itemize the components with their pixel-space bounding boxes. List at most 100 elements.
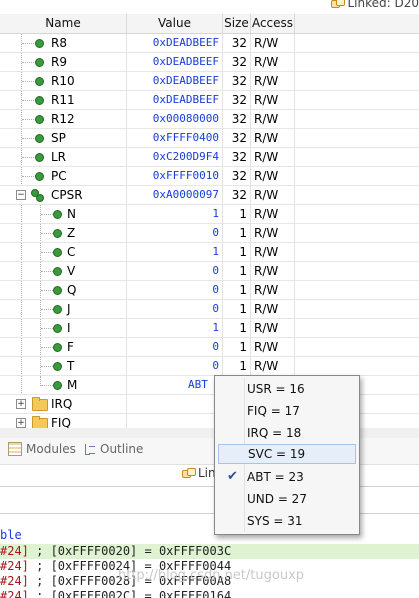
- register-name: R12: [51, 112, 75, 126]
- mode-option[interactable]: UND = 27: [218, 489, 356, 509]
- field-value[interactable]: 1: [127, 319, 223, 337]
- mode-option-hovered[interactable]: SVC = 19: [218, 444, 356, 464]
- register-status-icon: [35, 39, 44, 48]
- column-header-size[interactable]: Size: [223, 14, 251, 33]
- cpsr-field-row[interactable]: J 0 1 R/W: [0, 300, 419, 319]
- cpsr-field-row[interactable]: C 1 1 R/W: [0, 243, 419, 262]
- register-status-icon: [35, 58, 44, 67]
- field-name: F: [67, 340, 74, 354]
- cpsr-field-row[interactable]: T 0 1 R/W: [0, 357, 419, 376]
- register-row-cpsr[interactable]: − CPSR 0xA0000097 32 R/W: [0, 186, 419, 205]
- cpsr-field-row[interactable]: Q 0 1 R/W: [0, 281, 419, 300]
- register-row[interactable]: SP 0xFFFF0400 32 R/W: [0, 129, 419, 148]
- field-size: 1: [223, 262, 251, 280]
- mode-option[interactable]: USR = 16: [218, 379, 356, 399]
- field-size: 1: [223, 205, 251, 223]
- column-header-name[interactable]: Name: [0, 14, 127, 33]
- field-name: C: [67, 245, 76, 259]
- linked-indicator-bottom[interactable]: Lin: [182, 466, 216, 480]
- field-status-icon: [53, 305, 62, 314]
- register-access: R/W: [251, 129, 295, 147]
- field-name: I: [67, 321, 71, 335]
- mode-select[interactable]: ABT: [127, 376, 223, 394]
- cpsr-field-row[interactable]: Z 0 1 R/W: [0, 224, 419, 243]
- cpsr-field-row[interactable]: N 1 1 R/W: [0, 205, 419, 224]
- register-access: R/W: [251, 91, 295, 109]
- column-header-value[interactable]: Value: [127, 14, 223, 33]
- mode-option[interactable]: SYS = 31: [218, 511, 356, 531]
- register-row[interactable]: LR 0xC200D9F4 32 R/W: [0, 148, 419, 167]
- register-value[interactable]: 0xDEADBEEF: [127, 53, 223, 71]
- register-name: R9: [51, 55, 67, 69]
- field-value[interactable]: 0: [127, 281, 223, 299]
- mode-option[interactable]: IRQ = 18: [218, 423, 356, 443]
- register-name: R11: [51, 93, 75, 107]
- tab-outline[interactable]: Outline: [84, 442, 143, 456]
- register-value[interactable]: 0xA0000097: [127, 186, 223, 204]
- mode-dropdown-list[interactable]: USR = 16 FIQ = 17 IRQ = 18 SVC = 19 ✔ AB…: [214, 375, 360, 535]
- register-row[interactable]: R12 0x00080000 32 R/W: [0, 110, 419, 129]
- field-value[interactable]: 0: [127, 262, 223, 280]
- register-row[interactable]: R9 0xDEADBEEF 32 R/W: [0, 53, 419, 72]
- field-value[interactable]: 1: [127, 205, 223, 223]
- field-status-icon: [53, 362, 62, 371]
- register-value[interactable]: 0xFFFF0010: [127, 167, 223, 185]
- field-access: R/W: [251, 281, 295, 299]
- register-row[interactable]: R10 0xDEADBEEF 32 R/W: [0, 72, 419, 91]
- linked-label: Linked: D20: [347, 0, 419, 10]
- field-status-icon: [53, 286, 62, 295]
- register-access: R/W: [251, 110, 295, 128]
- folder-icon: [32, 416, 48, 428]
- register-value[interactable]: 0xDEADBEEF: [127, 34, 223, 52]
- field-size: 1: [223, 338, 251, 356]
- field-value[interactable]: 0: [127, 338, 223, 356]
- field-value[interactable]: 0: [127, 357, 223, 375]
- register-value[interactable]: 0x00080000: [127, 110, 223, 128]
- field-value[interactable]: 1: [127, 243, 223, 261]
- tab-modules[interactable]: Modules: [8, 442, 76, 456]
- field-size: 1: [223, 357, 251, 375]
- register-status-icon: [35, 134, 44, 143]
- field-status-icon: [53, 324, 62, 333]
- register-name: SP: [51, 131, 66, 145]
- register-value[interactable]: 0xFFFF0400: [127, 129, 223, 147]
- expand-icon[interactable]: +: [16, 399, 26, 409]
- register-access: R/W: [251, 34, 295, 52]
- register-group-icon: [31, 189, 44, 202]
- field-status-icon: [53, 210, 62, 219]
- register-access: R/W: [251, 167, 295, 185]
- collapse-icon[interactable]: −: [16, 190, 26, 200]
- linked-indicator[interactable]: Linked: D20: [331, 0, 419, 10]
- register-access: R/W: [251, 72, 295, 90]
- register-access: R/W: [251, 148, 295, 166]
- link-icon: [331, 0, 346, 9]
- mode-option-selected[interactable]: ✔ ABT = 23: [218, 467, 356, 487]
- register-row[interactable]: PC 0xFFFF0010 32 R/W: [0, 167, 419, 186]
- cpsr-field-row[interactable]: I 1 1 R/W: [0, 319, 419, 338]
- register-size: 32: [223, 148, 251, 166]
- disasm-comment: ; [0xFFFF002C] = 0xFFFF0164: [28, 589, 232, 598]
- register-status-icon: [35, 96, 44, 105]
- cpsr-field-row[interactable]: V 0 1 R/W: [0, 262, 419, 281]
- field-value[interactable]: 0: [127, 300, 223, 318]
- register-value[interactable]: 0xDEADBEEF: [127, 72, 223, 90]
- field-size: 1: [223, 319, 251, 337]
- field-size: 1: [223, 224, 251, 242]
- expand-icon[interactable]: +: [16, 418, 26, 428]
- tab-modules-label: Modules: [26, 442, 76, 456]
- register-row[interactable]: R11 0xDEADBEEF 32 R/W: [0, 91, 419, 110]
- disasm-line-current[interactable]: #24] ; [0xFFFF0020] = 0xFFFF003C: [0, 544, 419, 559]
- register-row[interactable]: R8 0xDEADBEEF 32 R/W: [0, 34, 419, 53]
- mode-option[interactable]: FIQ = 17: [218, 401, 356, 421]
- cpsr-field-row[interactable]: F 0 1 R/W: [0, 338, 419, 357]
- column-header-access[interactable]: Access: [251, 14, 295, 33]
- link-icon: [182, 467, 196, 479]
- register-access: R/W: [251, 186, 295, 204]
- field-value[interactable]: 0: [127, 224, 223, 242]
- register-value[interactable]: 0xC200D9F4: [127, 148, 223, 166]
- field-access: R/W: [251, 262, 295, 280]
- disasm-line[interactable]: #24] ; [0xFFFF002C] = 0xFFFF0164: [0, 589, 419, 598]
- register-size: 32: [223, 186, 251, 204]
- register-value[interactable]: 0xDEADBEEF: [127, 91, 223, 109]
- field-status-icon: [53, 267, 62, 276]
